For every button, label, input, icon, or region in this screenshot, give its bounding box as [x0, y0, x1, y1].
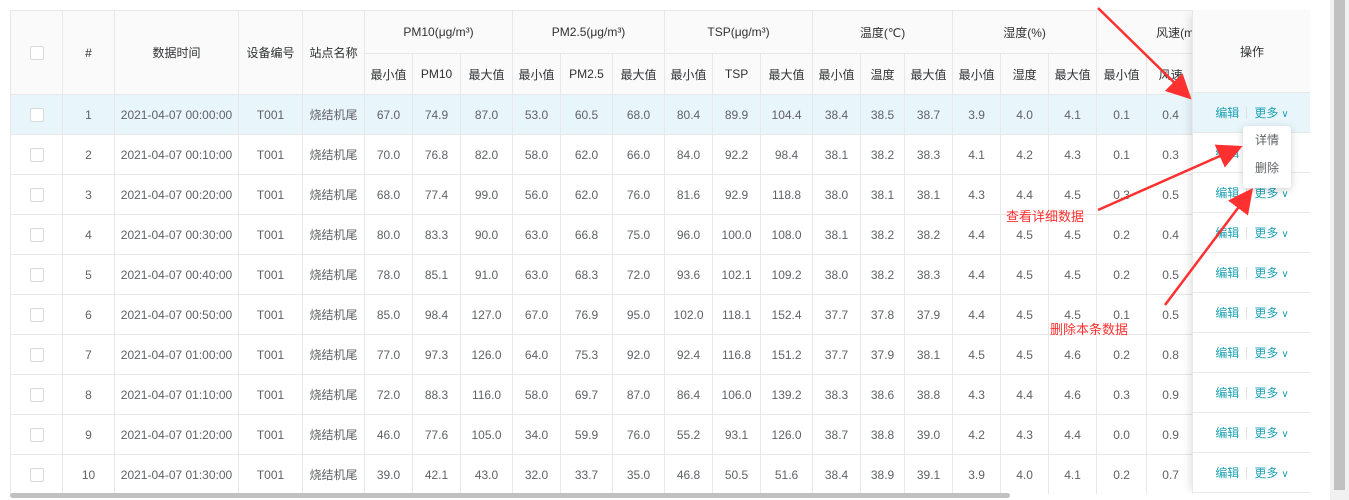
arrow-to-detail	[1097, 144, 1243, 212]
arrow-to-delete	[1164, 188, 1254, 306]
annotation-view-detail: 查看详细数据	[1006, 209, 1085, 224]
annotation-arrows	[1097, 7, 1254, 306]
arrow-to-more-button	[1097, 7, 1192, 100]
annotation-delete-row: 删除本条数据	[1050, 322, 1129, 337]
